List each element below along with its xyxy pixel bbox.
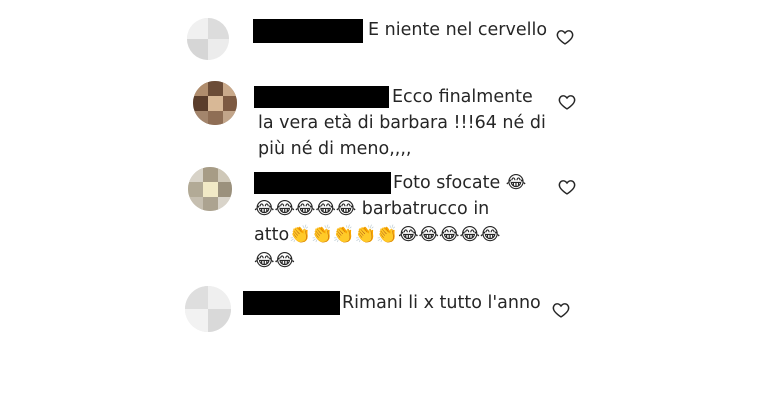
heart-outline-icon (556, 30, 574, 45)
comment-text: Foto sfocate 😂 😂😂😂😂😂 barbatrucco in atto… (254, 170, 526, 274)
avatar[interactable] (193, 81, 237, 125)
heart-outline-icon (552, 303, 570, 318)
comment-text: Rimani li x tutto l'anno (342, 290, 541, 316)
comment-text-line: la vera età di barbara !!!64 né di (258, 113, 546, 133)
like-button[interactable] (556, 29, 574, 45)
like-button[interactable] (552, 302, 570, 318)
comment-text-line: E niente nel cervello (368, 20, 548, 40)
comment-text-line: 😂😂 (254, 251, 295, 271)
comment-text-line: Foto sfocate 😂 (393, 173, 527, 193)
comment-text-line: Rimani li x tutto l'anno (342, 293, 541, 313)
comment-text-line: Ecco finalmente (392, 87, 533, 107)
comment-text-line: 😂😂😂😂😂 barbatrucco in (254, 199, 490, 219)
avatar[interactable] (188, 167, 232, 211)
avatar[interactable] (185, 286, 231, 332)
heart-outline-icon (558, 180, 576, 195)
comment-text: Ecco finalmente la vera età di barbara !… (258, 84, 546, 162)
comment-text-line: più né di meno,,,, (258, 139, 412, 159)
avatar[interactable] (187, 18, 229, 60)
comment-text: E niente nel cervello (368, 17, 547, 43)
heart-outline-icon (558, 95, 576, 110)
like-button[interactable] (558, 94, 576, 110)
like-button[interactable] (558, 179, 576, 195)
redacted-username (253, 19, 363, 43)
comment-text-line: atto👏👏👏👏👏😂😂😂😂😂 (254, 225, 501, 245)
redacted-username (243, 291, 340, 315)
